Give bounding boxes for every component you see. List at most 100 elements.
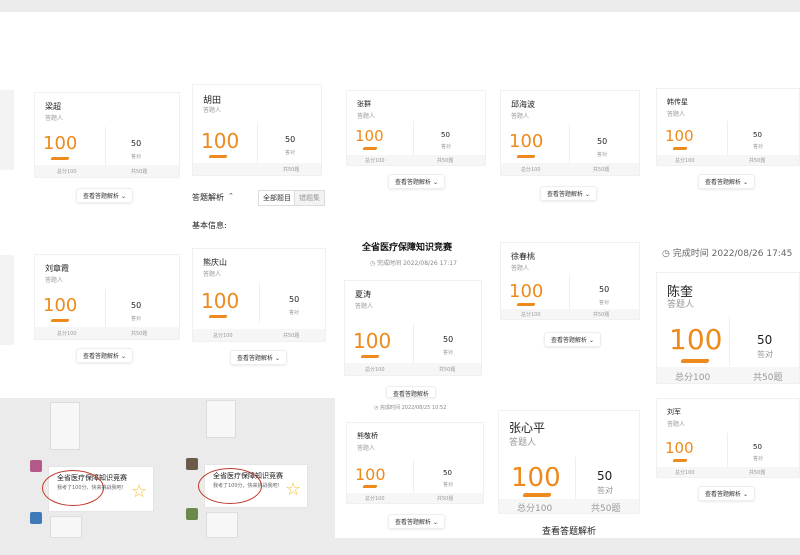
chevron-down-icon: ⌄ bbox=[432, 519, 438, 526]
participant-role: 答题人 bbox=[203, 271, 222, 278]
total-score: 总分100 bbox=[517, 504, 553, 514]
correct-label: 答对 bbox=[753, 144, 764, 150]
avatar bbox=[30, 512, 42, 524]
view-analysis-button[interactable]: 查看答题解析 bbox=[542, 524, 596, 537]
correct-count: 50 bbox=[289, 295, 300, 304]
completion-time-value: 2022/08/26 17:45 bbox=[711, 249, 793, 259]
participant-role: 答题人 bbox=[667, 111, 686, 118]
participant-name: 邱海波 bbox=[511, 100, 535, 109]
chevron-down-icon: ⌄ bbox=[742, 491, 748, 498]
question-count: 共50题 bbox=[749, 158, 766, 164]
correct-label: 答对 bbox=[597, 152, 608, 158]
left-edge-strip-2 bbox=[0, 255, 14, 345]
preview-thumbnail[interactable] bbox=[206, 400, 236, 438]
correct-label: 答对 bbox=[757, 350, 773, 359]
chevron-down-icon: ⌄ bbox=[120, 193, 126, 200]
view-analysis-button[interactable]: 查看答题解析 ⌄ bbox=[540, 186, 597, 201]
view-analysis-label: 查看答题解析 bbox=[393, 391, 430, 398]
annotation-circle bbox=[198, 468, 262, 504]
preview-thumbnail[interactable] bbox=[50, 402, 80, 450]
view-analysis-button[interactable]: 查看答题解析 ⌄ bbox=[388, 514, 445, 529]
question-count: 共50题 bbox=[591, 504, 621, 514]
tab-wrong-questions-label: 错题集 bbox=[299, 194, 320, 202]
tab-wrong-questions[interactable]: 错题集 bbox=[294, 190, 325, 206]
correct-count: 50 bbox=[443, 469, 452, 477]
participant-name: 梁超 bbox=[45, 102, 61, 111]
chevron-down-icon: ⌄ bbox=[742, 179, 748, 186]
score: 100 bbox=[43, 133, 78, 154]
total-score: 总分100 bbox=[675, 158, 695, 164]
participant-role: 答题人 bbox=[357, 445, 376, 452]
view-analysis-label: 查看答题解析 bbox=[547, 191, 584, 198]
question-count: 共50题 bbox=[131, 331, 148, 337]
score-underline bbox=[208, 155, 228, 158]
correct-label: 答对 bbox=[285, 150, 296, 156]
correct-label: 答对 bbox=[753, 456, 764, 462]
total-score: 总分100 bbox=[521, 167, 541, 173]
score-underline bbox=[680, 359, 710, 363]
question-count: 共50题 bbox=[283, 167, 300, 173]
score: 100 bbox=[43, 295, 78, 316]
avatar bbox=[186, 458, 198, 470]
correct-count: 50 bbox=[597, 469, 613, 483]
clock-icon: ◷ bbox=[370, 260, 376, 267]
completion-time-value: 2022/08/26 17:17 bbox=[403, 260, 457, 267]
card-footer: 总分100 共50题 bbox=[657, 367, 799, 383]
question-count: 共50题 bbox=[131, 169, 148, 175]
chevron-up-icon[interactable]: ⌃ bbox=[228, 192, 234, 200]
tab-all-questions[interactable]: 全部题目 bbox=[258, 190, 296, 206]
participant-name: 张群 bbox=[357, 100, 371, 108]
total-score: 总分100 bbox=[521, 312, 541, 318]
chevron-down-icon: ⌄ bbox=[274, 355, 280, 362]
score: 100 bbox=[509, 131, 544, 152]
preview-thumbnail[interactable] bbox=[50, 516, 82, 538]
question-count: 共50题 bbox=[593, 167, 610, 173]
score-underline bbox=[362, 485, 378, 488]
result-card: 张群 答题人 100 50 答对 总分100 共50题 bbox=[346, 90, 486, 166]
correct-count: 50 bbox=[131, 301, 142, 310]
correct-label: 答对 bbox=[131, 154, 142, 160]
view-analysis-button[interactable]: 查看答题解析 ⌄ bbox=[76, 348, 133, 363]
result-card: 刘章霞 答题人 100 50 答对 总分100 共50题 bbox=[34, 254, 180, 340]
avatar bbox=[186, 508, 198, 520]
divider bbox=[727, 433, 728, 469]
avatar bbox=[30, 460, 42, 472]
correct-count: 50 bbox=[597, 137, 608, 146]
total-score: 总分100 bbox=[365, 158, 385, 164]
divider bbox=[569, 275, 570, 311]
score: 100 bbox=[511, 463, 561, 493]
preview-thumbnail[interactable] bbox=[206, 512, 238, 538]
view-analysis-button[interactable]: 查看答题解析 ⌄ bbox=[230, 350, 287, 365]
score-underline bbox=[50, 319, 70, 322]
divider bbox=[413, 121, 414, 157]
result-card: 邱海波 答题人 100 50 答对 总分100 共50题 bbox=[500, 90, 640, 176]
result-card: 梁超 答题人 100 50 答对 总分100 共50题 bbox=[34, 92, 180, 178]
score: 100 bbox=[201, 129, 240, 153]
view-analysis-button[interactable]: 查看答题解析 bbox=[386, 386, 437, 398]
participant-name: 张心平 bbox=[509, 421, 546, 435]
view-analysis-label: 查看答题解析 bbox=[705, 491, 742, 498]
star-icon: ☆ bbox=[131, 481, 148, 502]
participant-name: 刘军 bbox=[667, 408, 681, 416]
question-count: 共50题 bbox=[749, 470, 766, 476]
total-score: 总分100 bbox=[57, 169, 77, 175]
chevron-down-icon: ⌄ bbox=[584, 191, 590, 198]
total-score: 总分100 bbox=[57, 331, 77, 337]
view-analysis-button[interactable]: 查看答题解析 ⌄ bbox=[388, 174, 445, 189]
correct-label: 答对 bbox=[443, 350, 454, 356]
correct-label: 答对 bbox=[441, 144, 452, 150]
left-edge-strip bbox=[0, 90, 14, 170]
participant-role: 答题人 bbox=[511, 265, 530, 272]
score-underline bbox=[672, 459, 688, 462]
view-analysis-button[interactable]: 查看答题解析 ⌄ bbox=[544, 332, 601, 347]
completion-time-prefix: 完成时间 bbox=[377, 260, 402, 267]
completion-time: ◷ 完成时间 2022/08/26 17:45 bbox=[662, 246, 792, 259]
view-analysis-label: 查看答题解析 bbox=[551, 337, 588, 344]
view-analysis-button[interactable]: 查看答题解析 ⌄ bbox=[698, 486, 755, 501]
correct-count: 50 bbox=[599, 285, 610, 294]
view-analysis-button[interactable]: 查看答题解析 ⌄ bbox=[698, 174, 755, 189]
view-analysis-button[interactable]: 查看答题解析 ⌄ bbox=[76, 188, 133, 203]
participant-role: 答题人 bbox=[357, 113, 376, 120]
total-score: 总分100 bbox=[365, 367, 385, 373]
score: 100 bbox=[355, 127, 384, 145]
